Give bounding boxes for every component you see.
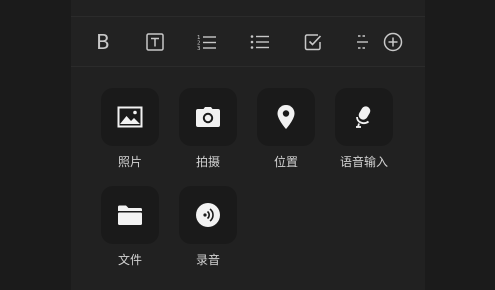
photo-label: 照片 xyxy=(117,155,142,169)
bold-icon: B xyxy=(96,30,110,54)
format-toolbar: B 1 2 3 xyxy=(71,16,425,67)
location-button[interactable] xyxy=(257,88,315,146)
add-circle-icon xyxy=(383,32,403,52)
voice-input-label: 语音输入 xyxy=(339,155,388,169)
location-pin-icon xyxy=(277,105,295,129)
record-audio-button[interactable] xyxy=(179,186,237,244)
divider-icon xyxy=(357,35,368,49)
text-box-icon xyxy=(146,33,164,51)
file-label: 文件 xyxy=(117,253,142,267)
camera-button[interactable] xyxy=(179,88,237,146)
numbered-list-button[interactable]: 1 2 3 xyxy=(195,30,219,54)
location-label: 位置 xyxy=(273,155,298,169)
image-icon xyxy=(117,106,143,128)
record-audio-label: 录音 xyxy=(195,253,220,267)
divider-button[interactable] xyxy=(352,30,376,54)
checklist-button[interactable] xyxy=(301,30,325,54)
audio-record-icon xyxy=(196,203,220,227)
text-style-button[interactable] xyxy=(143,30,167,54)
numbered-list-icon: 1 2 3 xyxy=(197,35,216,52)
svg-text:3: 3 xyxy=(197,46,201,52)
bullet-list-button[interactable] xyxy=(248,30,272,54)
folder-icon xyxy=(118,205,142,225)
voice-input-button[interactable] xyxy=(335,88,393,146)
photo-button[interactable] xyxy=(101,88,159,146)
attachment-panel: B 1 2 3 照片 拍摄 位置 语音输入 文件 录音 xyxy=(71,0,425,290)
checkbox-icon xyxy=(304,34,322,51)
microphone-icon xyxy=(356,106,371,128)
camera-label: 拍摄 xyxy=(195,155,220,169)
bold-button[interactable]: B xyxy=(91,30,115,54)
camera-icon xyxy=(196,107,220,127)
bullet-list-icon xyxy=(250,35,269,49)
file-button[interactable] xyxy=(101,186,159,244)
more-options-button[interactable] xyxy=(381,30,405,54)
